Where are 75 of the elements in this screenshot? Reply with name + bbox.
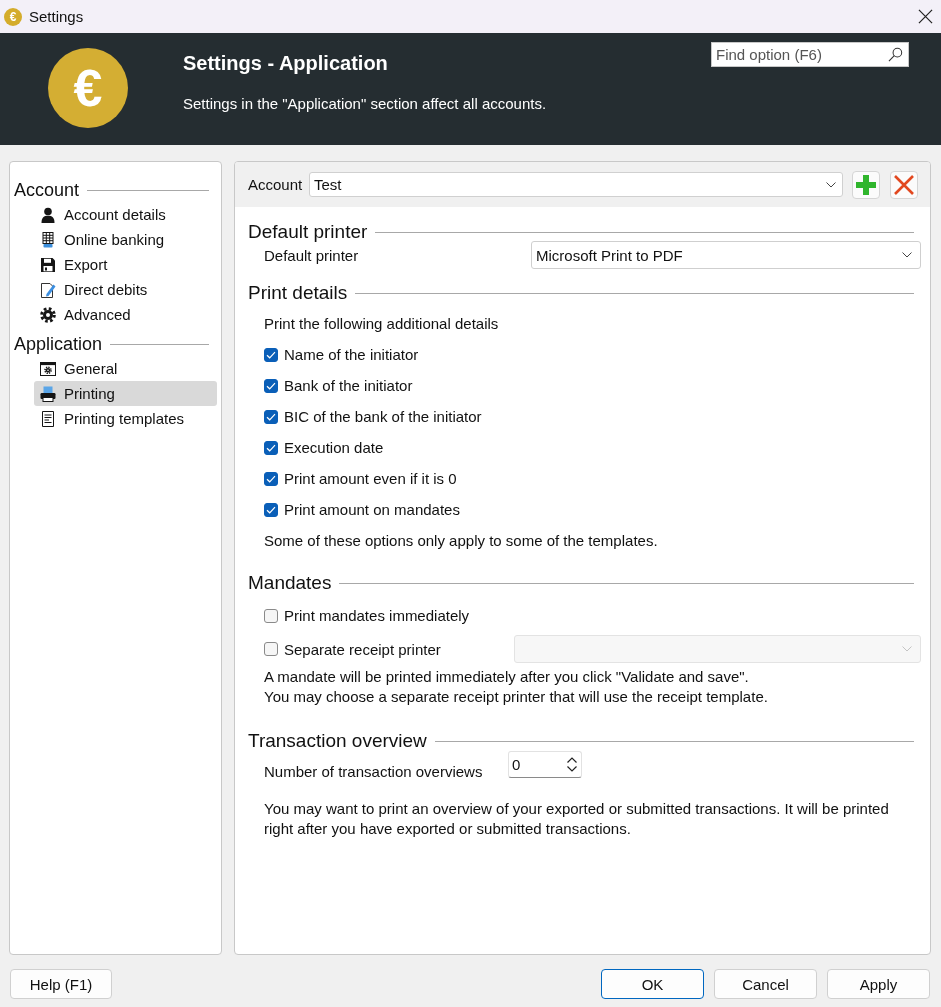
checkbox-label[interactable]: BIC of the bank of the initiator: [284, 408, 482, 425]
section-heading: Mandates: [248, 572, 332, 594]
checkbox[interactable]: [264, 642, 278, 656]
checkbox[interactable]: [264, 378, 278, 393]
checkmark-icon: [266, 505, 276, 514]
checkmark-icon: [266, 381, 276, 390]
keypad-icon: [40, 231, 56, 248]
account-dropdown[interactable]: Test: [309, 172, 843, 197]
euro-coin-logo: €: [48, 48, 128, 128]
checkbox-label[interactable]: Print mandates immediately: [284, 607, 470, 624]
sidebar-item[interactable]: General: [34, 356, 217, 381]
document-pen-icon: [40, 281, 56, 298]
dialog-button[interactable]: OK: [601, 969, 704, 999]
close-icon[interactable]: [918, 9, 933, 24]
hint-text: Print the following additional details: [264, 315, 499, 332]
note-text: You may choose a separate receipt printer that will use the receipt template.: [264, 687, 769, 707]
checkmark-icon: [266, 443, 276, 452]
sidebar-group-heading: Application: [14, 333, 103, 356]
section-heading: Print details: [248, 282, 348, 304]
chevron-down-icon: [826, 181, 836, 188]
document-icon: [40, 410, 56, 427]
checkbox[interactable]: [264, 608, 278, 623]
help-button[interactable]: Help (F1): [10, 969, 112, 999]
checkbox[interactable]: [264, 440, 278, 455]
field-label: Default printer: [264, 246, 360, 264]
window-title: Settings: [29, 8, 84, 25]
printer-icon: [40, 385, 56, 402]
app-icon: €: [4, 7, 22, 26]
checkbox-label[interactable]: Execution date: [284, 439, 384, 456]
checkmark-icon: [266, 474, 276, 483]
window-gear-icon: [40, 360, 56, 377]
delete-button[interactable]: [890, 170, 918, 199]
chevron-down-icon: [902, 646, 912, 652]
gear-icon: [40, 306, 56, 323]
checkbox-label[interactable]: Print amount on mandates: [284, 501, 460, 518]
dialog-button[interactable]: Cancel: [714, 969, 817, 999]
checkbox[interactable]: [264, 347, 278, 362]
person-icon: [40, 206, 56, 223]
sidebar-item[interactable]: Direct debits: [34, 277, 217, 302]
checkbox-label[interactable]: Separate receipt printer: [284, 640, 441, 658]
hint-text: Some of these options only apply to some of the templates.: [264, 532, 658, 549]
checkbox-label[interactable]: Bank of the initiator: [284, 377, 413, 394]
sidebar-item[interactable]: Export: [34, 252, 217, 277]
sidebar-item[interactable]: Advanced: [34, 302, 217, 327]
page-title: Settings - Application: [183, 51, 389, 75]
section-heading: Transaction overview: [248, 730, 427, 752]
sidebar-group-heading: Account: [14, 179, 80, 202]
checkbox-label[interactable]: Name of the initiator: [284, 346, 419, 363]
checkbox-label[interactable]: Print amount even if it is 0: [284, 470, 457, 487]
cross-icon: [894, 174, 914, 195]
note-text: A mandate will be printed immediately after you click "Validate and save".: [264, 667, 750, 687]
chevron-down-icon: [902, 252, 912, 258]
sidebar-item[interactable]: Online banking: [34, 227, 217, 252]
plus-icon: [856, 174, 876, 195]
dialog-button[interactable]: Apply: [827, 969, 930, 999]
search-field[interactable]: Find option (F6): [711, 42, 909, 67]
search-icon: [888, 47, 903, 62]
add-button[interactable]: [852, 170, 880, 199]
checkbox[interactable]: [264, 502, 278, 517]
section-heading: Default printer: [248, 221, 368, 243]
number-spinner[interactable]: 0: [508, 751, 582, 778]
sidebar-item[interactable]: Account details: [34, 202, 217, 227]
printer-dropdown[interactable]: Microsoft Print to PDF: [531, 241, 921, 269]
description-text: You may want to print an overview of your exported or submitted transactions. It will be printed right after you have exported or submitted transactions.: [264, 799, 890, 839]
chevron-down-icon[interactable]: [567, 766, 577, 772]
checkbox[interactable]: [264, 471, 278, 486]
page-subtitle: Settings in the "Application" section affect all accounts.: [183, 94, 548, 114]
sidebar-item[interactable]: Printing: [34, 381, 217, 406]
chevron-up-icon[interactable]: [567, 757, 577, 763]
sidebar-item[interactable]: Printing templates: [34, 406, 217, 431]
checkmark-icon: [266, 350, 276, 359]
field-label: Number of transaction overviews: [264, 762, 484, 782]
checkbox[interactable]: [264, 409, 278, 424]
checkmark-icon: [266, 412, 276, 421]
account-label: Account: [248, 176, 304, 193]
